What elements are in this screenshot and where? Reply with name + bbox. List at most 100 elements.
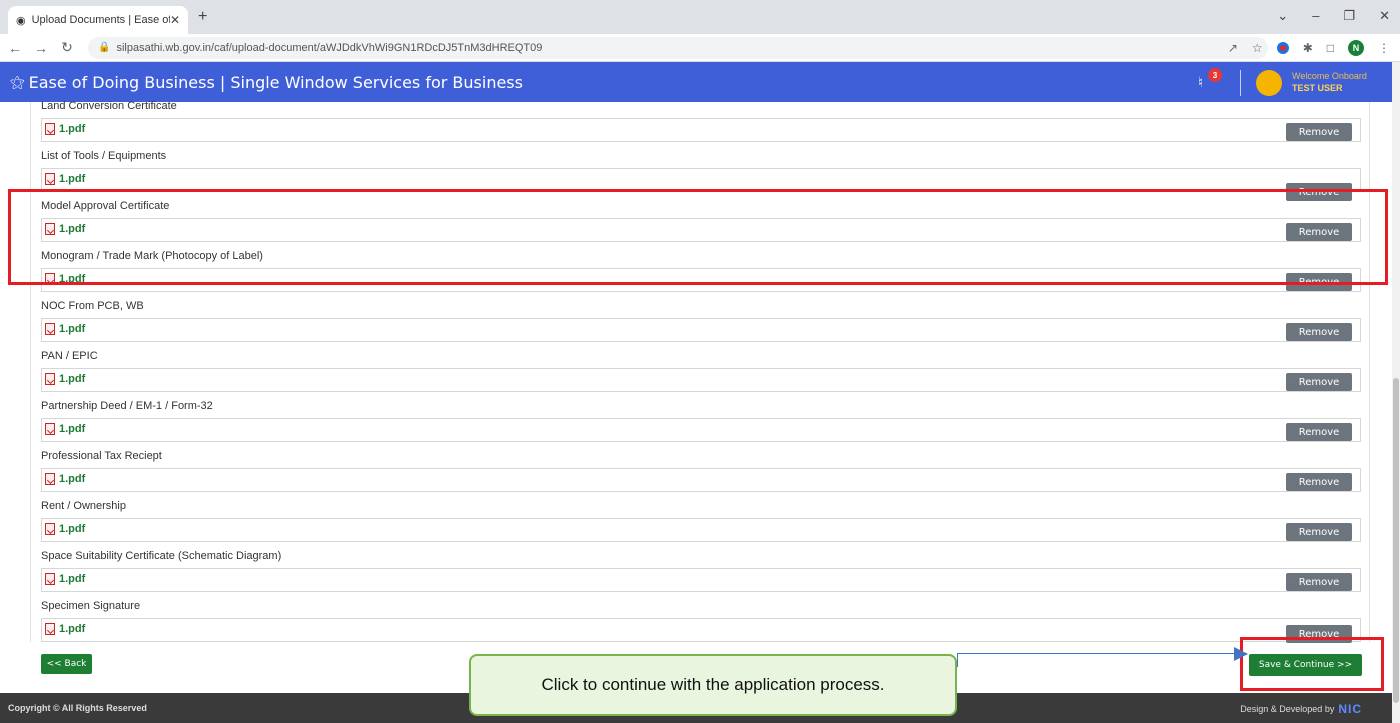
remove-button[interactable]: Remove — [1286, 123, 1352, 141]
file-link[interactable]: 1.pdf — [45, 423, 85, 435]
file-row: 1.pdf Remove — [41, 618, 1361, 643]
globe-icon: ◉ — [16, 14, 26, 27]
document-label: Professional Tax Reciept — [41, 450, 162, 462]
menu-dots-icon[interactable]: ⋮ — [1378, 41, 1390, 55]
url-text: silpasathi.wb.gov.in/caf/upload-document… — [116, 41, 543, 54]
avatar[interactable] — [1256, 70, 1282, 96]
file-row: 1.pdf Remove — [41, 118, 1361, 142]
extension-icons: ↗ ☆ ✱ □ N ⋮ — [1228, 40, 1390, 56]
url-input[interactable]: 🔒 silpasathi.wb.gov.in/caf/upload-docume… — [88, 36, 1268, 59]
remove-button[interactable]: Remove — [1286, 423, 1352, 441]
pdf-icon — [45, 573, 55, 585]
document-label: Space Suitability Certificate (Schematic… — [41, 550, 282, 562]
user-name: TEST USER — [1292, 83, 1343, 93]
list-item: List of Tools / Equipments 1.pdf Remove — [41, 150, 1361, 201]
minimize-icon[interactable]: – — [1312, 8, 1319, 24]
highlight-box — [8, 189, 1388, 285]
remove-button[interactable]: Remove — [1286, 323, 1352, 341]
file-name: 1.pdf — [59, 623, 86, 635]
file-link[interactable]: 1.pdf — [45, 123, 85, 135]
developed-by-text: Design & Developed by — [1240, 704, 1335, 714]
file-link[interactable]: 1.pdf — [45, 173, 85, 185]
star-icon[interactable]: ☆ — [1252, 41, 1263, 55]
document-label: Specimen Signature — [41, 600, 141, 612]
profile-avatar[interactable]: N — [1348, 40, 1364, 56]
browser-tab-bar: ◉ Upload Documents | Ease of doi ✕ + ⌄ –… — [0, 0, 1400, 34]
extension-icon[interactable] — [1276, 42, 1289, 54]
close-icon[interactable]: ✕ — [170, 13, 180, 27]
file-link[interactable]: 1.pdf — [45, 473, 85, 485]
sidebar-icon[interactable]: □ — [1327, 41, 1334, 55]
share-icon[interactable]: ↗ — [1228, 41, 1238, 55]
list-item: PAN / EPIC 1.pdf Remove — [41, 350, 1361, 392]
developer-credit: Design & Developed by NIC — [1240, 702, 1362, 716]
remove-button[interactable]: Remove — [1286, 523, 1352, 541]
list-item: Specimen Signature 1.pdf Remove — [41, 600, 1361, 643]
file-link[interactable]: 1.pdf — [45, 323, 85, 335]
header-divider — [1240, 70, 1241, 96]
bell-icon[interactable]: ♮ — [1198, 74, 1203, 91]
callout-connector — [957, 653, 958, 667]
file-row: 1.pdf Remove — [41, 468, 1361, 492]
copyright-text: Copyright © All Rights Reserved — [8, 703, 147, 713]
file-name: 1.pdf — [59, 123, 86, 135]
window-controls: ⌄ – ❐ ✕ — [1277, 8, 1390, 24]
user-menu[interactable]: Welcome Onboard TEST USER — [1292, 70, 1367, 94]
file-link[interactable]: 1.pdf — [45, 623, 85, 635]
back-button[interactable]: << Back — [41, 654, 92, 674]
pdf-icon — [45, 623, 55, 635]
close-window-icon[interactable]: ✕ — [1379, 8, 1390, 24]
new-tab-icon[interactable]: + — [198, 8, 207, 26]
nic-logo: NIC — [1338, 702, 1362, 716]
highlight-box-save — [1240, 637, 1384, 691]
list-item: Partnership Deed / EM-1 / Form-32 1.pdf … — [41, 400, 1361, 442]
file-row: 1.pdf Remove — [41, 518, 1361, 542]
file-name: 1.pdf — [59, 423, 86, 435]
puzzle-icon[interactable]: ✱ — [1303, 41, 1313, 55]
pdf-icon — [45, 373, 55, 385]
pdf-icon — [45, 523, 55, 535]
document-label: PAN / EPIC — [41, 350, 98, 362]
forward-arrow-icon[interactable]: → — [30, 40, 52, 56]
remove-button[interactable]: Remove — [1286, 373, 1352, 391]
document-label: List of Tools / Equipments — [41, 150, 167, 162]
list-item: Rent / Ownership 1.pdf Remove — [41, 500, 1361, 542]
address-bar: ← → ↻ 🔒 silpasathi.wb.gov.in/caf/upload-… — [0, 34, 1400, 62]
file-link[interactable]: 1.pdf — [45, 373, 85, 385]
reload-icon[interactable]: ↻ — [56, 39, 78, 56]
page-title: Ease of Doing Business | Single Window S… — [28, 72, 523, 92]
callout-connector-line — [957, 653, 1247, 654]
instruction-callout: Click to continue with the application p… — [469, 654, 957, 716]
file-name: 1.pdf — [59, 373, 86, 385]
file-name: 1.pdf — [59, 323, 86, 335]
logo-icon: ⚝ — [10, 73, 25, 91]
arrow-icon — [1234, 647, 1248, 661]
remove-button[interactable]: Remove — [1286, 473, 1352, 491]
chevron-down-icon[interactable]: ⌄ — [1277, 8, 1288, 24]
remove-button[interactable]: Remove — [1286, 573, 1352, 591]
pdf-icon — [45, 423, 55, 435]
pdf-icon — [45, 173, 55, 185]
app-header: ⚝ Ease of Doing Business | Single Window… — [0, 62, 1392, 102]
list-item: Space Suitability Certificate (Schematic… — [41, 550, 1361, 592]
file-name: 1.pdf — [59, 523, 86, 535]
file-row: 1.pdf Remove — [41, 368, 1361, 392]
restore-icon[interactable]: ❐ — [1343, 8, 1355, 24]
lock-icon: 🔒 — [98, 42, 111, 53]
file-row: 1.pdf Remove — [41, 418, 1361, 442]
list-item: NOC From PCB, WB 1.pdf Remove — [41, 300, 1361, 342]
pdf-icon — [45, 323, 55, 335]
file-row: 1.pdf Remove — [41, 318, 1361, 342]
list-item: Land Conversion Certificate 1.pdf Remove — [41, 100, 1361, 142]
tab-title: Upload Documents | Ease of doi — [31, 14, 170, 26]
list-item: Professional Tax Reciept 1.pdf Remove — [41, 450, 1361, 492]
file-name: 1.pdf — [59, 173, 86, 185]
file-name: 1.pdf — [59, 573, 86, 585]
back-arrow-icon[interactable]: ← — [4, 40, 26, 56]
welcome-text: Welcome Onboard — [1292, 71, 1367, 81]
browser-tab[interactable]: ◉ Upload Documents | Ease of doi ✕ — [8, 6, 188, 34]
file-link[interactable]: 1.pdf — [45, 573, 85, 585]
file-link[interactable]: 1.pdf — [45, 523, 85, 535]
scrollbar-thumb[interactable] — [1393, 378, 1399, 703]
document-label: Rent / Ownership — [41, 500, 126, 512]
